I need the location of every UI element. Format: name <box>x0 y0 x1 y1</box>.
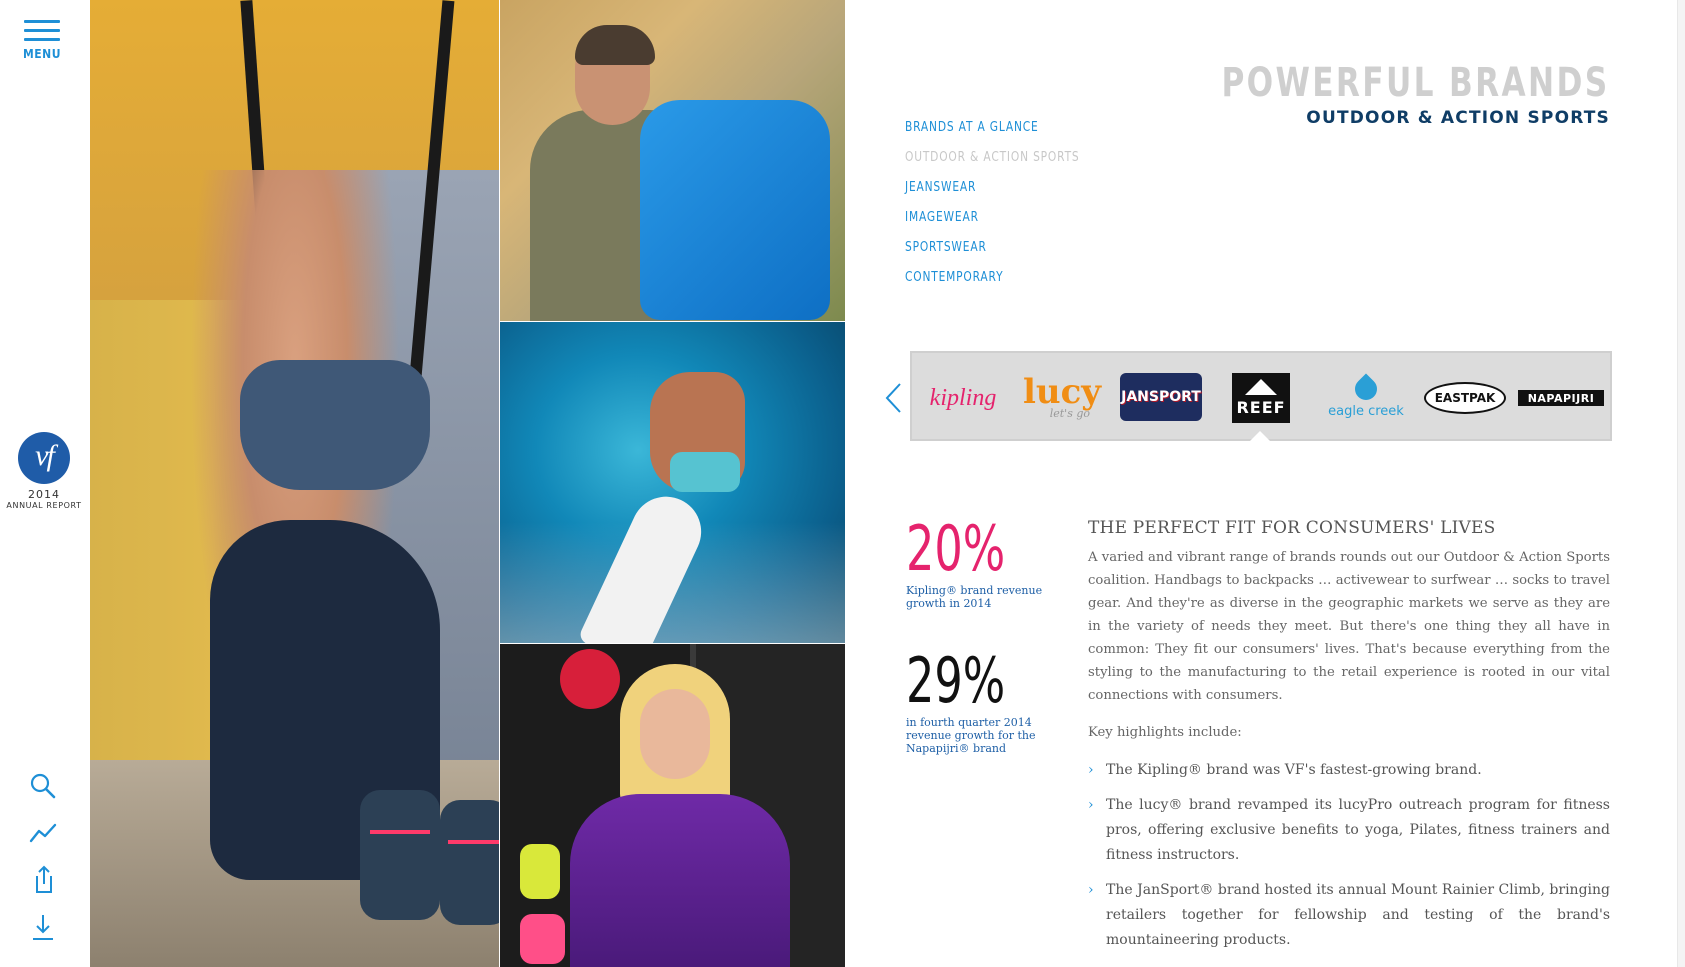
highlights-list: › The Kipling® brand was VF's fastest-gro… <box>1088 758 1610 953</box>
vf-logo[interactable]: vf <box>18 432 70 484</box>
stat-napapijri: 29% in fourth quarter 2014 revenue growt… <box>906 644 1046 756</box>
brand-logo-lucy[interactable]: lucy let's go <box>1022 371 1102 425</box>
chevron-right-icon: › <box>1088 797 1094 813</box>
reef-wordmark: REEF <box>1236 398 1286 417</box>
nav-item-jeanswear[interactable]: JEANSWEAR <box>905 180 1080 210</box>
fashion-photo <box>500 644 845 967</box>
article: THE PERFECT FIT FOR CONSUMERS' LIVES A v… <box>1088 518 1610 963</box>
brand-logo-eagle-creek[interactable]: eagle creek <box>1316 371 1416 425</box>
highlight-text: The Kipling® brand was VF's fastest-grow… <box>1106 762 1482 778</box>
napapijri-wordmark: NAPAPIJRI <box>1527 391 1595 405</box>
brand-logo-reef[interactable]: REEF <box>1232 373 1290 423</box>
report-year: 2014 <box>28 488 60 501</box>
chevron-left-icon <box>885 383 901 413</box>
vf-logo-text: vf <box>35 439 55 472</box>
menu-label: MENU <box>23 47 61 61</box>
stat-caption: Kipling® brand revenue growth in 2014 <box>906 584 1043 610</box>
jansport-wordmark: JANSPORT <box>1121 389 1201 405</box>
brand-logo-napapijri[interactable]: NAPAPIJRI <box>1518 390 1604 406</box>
carousel-prev-button[interactable] <box>882 381 904 415</box>
chart-icon[interactable] <box>27 817 59 849</box>
search-icon[interactable] <box>27 770 59 802</box>
stat-caption: in fourth quarter 2014 revenue growth fo… <box>906 716 1036 755</box>
backpack-photo <box>500 0 845 321</box>
page-subtitle: OUTDOOR & ACTION SPORTS <box>1306 108 1610 128</box>
scrollbar[interactable] <box>1677 0 1685 967</box>
fitness-photo <box>90 0 499 967</box>
lucy-wordmark: lucy <box>1022 371 1102 412</box>
menu-button[interactable]: MENU <box>22 20 62 61</box>
nav-item-contemporary[interactable]: CONTEMPORARY <box>905 270 1080 300</box>
download-icon[interactable] <box>27 912 59 944</box>
highlight-text: The lucy® brand revamped its lucyPro out… <box>1106 797 1610 863</box>
brand-carousel: kipling lucy let's go JANSPORT REEF eagl… <box>910 351 1612 441</box>
section-nav: BRANDS AT A GLANCE OUTDOOR & ACTION SPOR… <box>905 120 1118 300</box>
stat-value: 29% <box>906 644 1006 717</box>
article-title: THE PERFECT FIT FOR CONSUMERS' LIVES <box>1088 518 1496 538</box>
eagle-creek-wordmark: eagle creek <box>1328 403 1404 419</box>
kipling-wordmark: kipling <box>929 384 997 411</box>
stat-value: 20% <box>906 512 1006 585</box>
highlight-item: › The JanSport® brand hosted its annual M… <box>1088 878 1610 953</box>
brand-logo-kipling[interactable]: kipling <box>918 371 1008 425</box>
brand-logo-jansport[interactable]: JANSPORT <box>1120 373 1202 421</box>
selected-brand-pointer <box>1248 431 1272 443</box>
nav-item-sportswear[interactable]: SPORTSWEAR <box>905 240 1080 270</box>
highlight-text: The JanSport® brand hosted its annual Mo… <box>1106 882 1610 948</box>
reef-mark-icon <box>1245 379 1277 395</box>
highlight-item: › The lucy® brand revamped its lucyPro ou… <box>1088 793 1610 868</box>
share-icon[interactable] <box>27 864 59 896</box>
page-title: POWERFUL BRANDS <box>1221 60 1610 106</box>
hamburger-icon <box>22 20 62 41</box>
left-rail: MENU vf 2014 ANNUAL REPORT <box>0 0 90 967</box>
nav-item-outdoor-action-sports[interactable]: OUTDOOR & ACTION SPORTS <box>905 150 1080 180</box>
chevron-right-icon: › <box>1088 762 1094 778</box>
nav-item-brands-at-a-glance[interactable]: BRANDS AT A GLANCE <box>905 120 1080 150</box>
page-heading: POWERFUL BRANDS OUTDOOR & ACTION SPORTS <box>1112 60 1610 128</box>
highlight-item: › The Kipling® brand was VF's fastest-gro… <box>1088 758 1610 783</box>
highlights-label: Key highlights include: <box>1088 725 1242 740</box>
eastpak-wordmark: EASTPAK <box>1434 391 1496 405</box>
surfing-photo <box>500 322 845 643</box>
stat-kipling: 20% Kipling® brand revenue growth in 201… <box>906 512 1046 611</box>
chevron-right-icon: › <box>1088 882 1094 898</box>
brand-logo-eastpak[interactable]: EASTPAK <box>1424 382 1506 414</box>
nav-item-imagewear[interactable]: IMAGEWEAR <box>905 210 1080 240</box>
report-label: ANNUAL REPORT <box>6 501 82 510</box>
lucy-tagline: let's go <box>1049 406 1090 420</box>
article-intro: A varied and vibrant range of brands rou… <box>1088 550 1610 703</box>
eagle-creek-mark-icon <box>1350 372 1382 405</box>
